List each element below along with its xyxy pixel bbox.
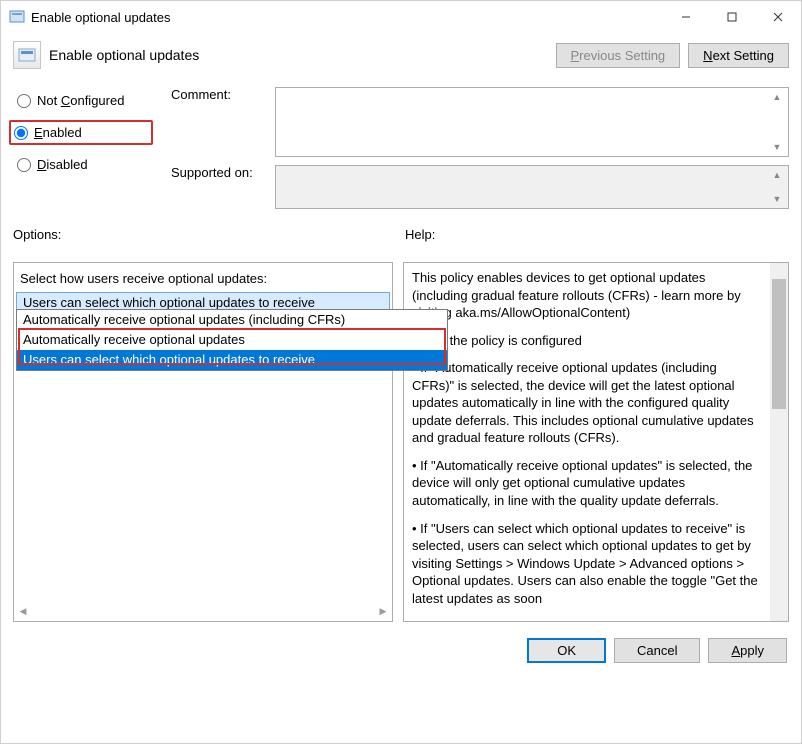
ok-button[interactable]: OK bbox=[527, 638, 606, 663]
dropdown-item-including-cfrs[interactable]: Automatically receive optional updates (… bbox=[17, 310, 447, 330]
gpo-dialog: Enable optional updates Enable optional … bbox=[0, 0, 802, 744]
window-title: Enable optional updates bbox=[31, 10, 171, 25]
supported-label: Supported on: bbox=[171, 165, 261, 180]
options-dropdown-list: Automatically receive optional updates (… bbox=[16, 309, 448, 371]
radio-not-configured-input[interactable] bbox=[17, 94, 31, 108]
dropdown-item-automatic[interactable]: Automatically receive optional updates bbox=[17, 330, 447, 350]
pane-labels: Options: Help: bbox=[1, 217, 801, 246]
radio-disabled-input[interactable] bbox=[17, 158, 31, 172]
radio-not-configured[interactable]: Not Configured bbox=[13, 91, 153, 110]
next-setting-button[interactable]: Next Setting bbox=[688, 43, 789, 68]
minimize-button[interactable] bbox=[663, 1, 709, 33]
help-text: This policy enables devices to get optio… bbox=[404, 263, 770, 621]
scroll-right-icon[interactable]: ▶ bbox=[376, 604, 390, 618]
help-pane: This policy enables devices to get optio… bbox=[403, 262, 789, 622]
options-pane: Select how users receive optional update… bbox=[13, 262, 393, 622]
help-v-scroll[interactable] bbox=[770, 263, 788, 621]
maximize-button[interactable] bbox=[709, 1, 755, 33]
app-icon bbox=[9, 9, 25, 25]
window-controls bbox=[663, 1, 801, 33]
titlebar: Enable optional updates bbox=[1, 1, 801, 33]
radio-enabled-input[interactable] bbox=[14, 126, 28, 140]
policy-icon bbox=[13, 41, 41, 69]
dropdown-item-users-select[interactable]: Users can select which optional updates … bbox=[17, 350, 447, 370]
scroll-left-icon[interactable]: ◀ bbox=[16, 604, 30, 618]
policy-title: Enable optional updates bbox=[49, 47, 199, 63]
supported-on-box: ▲ ▼ bbox=[275, 165, 789, 209]
help-label: Help: bbox=[405, 227, 435, 242]
radio-disabled[interactable]: Disabled bbox=[13, 155, 153, 174]
scroll-up-icon[interactable]: ▲ bbox=[770, 168, 784, 182]
panes-row: Select how users receive optional update… bbox=[1, 262, 801, 622]
radio-enabled[interactable]: Enabled bbox=[9, 120, 153, 145]
comment-scroll[interactable]: ▲ ▼ bbox=[770, 90, 786, 154]
supported-scroll[interactable]: ▲ ▼ bbox=[770, 168, 786, 206]
state-radio-group: Not Configured Enabled Disabled bbox=[13, 87, 153, 209]
config-area: Not Configured Enabled Disabled Comment:… bbox=[1, 87, 801, 217]
scroll-up-icon[interactable]: ▲ bbox=[770, 90, 784, 104]
options-h-scroll[interactable]: ◀ ▶ bbox=[16, 603, 390, 619]
cancel-button[interactable]: Cancel bbox=[614, 638, 700, 663]
header-row: Enable optional updates Previous Setting… bbox=[1, 33, 801, 87]
dialog-footer: OK Cancel Apply bbox=[1, 622, 801, 675]
previous-setting-button[interactable]: Previous Setting bbox=[556, 43, 681, 68]
scroll-down-icon[interactable]: ▼ bbox=[770, 140, 784, 154]
close-button[interactable] bbox=[755, 1, 801, 33]
options-field-label: Select how users receive optional update… bbox=[14, 269, 392, 292]
comment-textarea[interactable]: ▲ ▼ bbox=[275, 87, 789, 157]
scroll-down-icon[interactable]: ▼ bbox=[770, 192, 784, 206]
comment-label: Comment: bbox=[171, 87, 261, 102]
options-label: Options: bbox=[13, 227, 61, 242]
apply-button[interactable]: Apply bbox=[708, 638, 787, 663]
scroll-thumb[interactable] bbox=[772, 279, 786, 409]
